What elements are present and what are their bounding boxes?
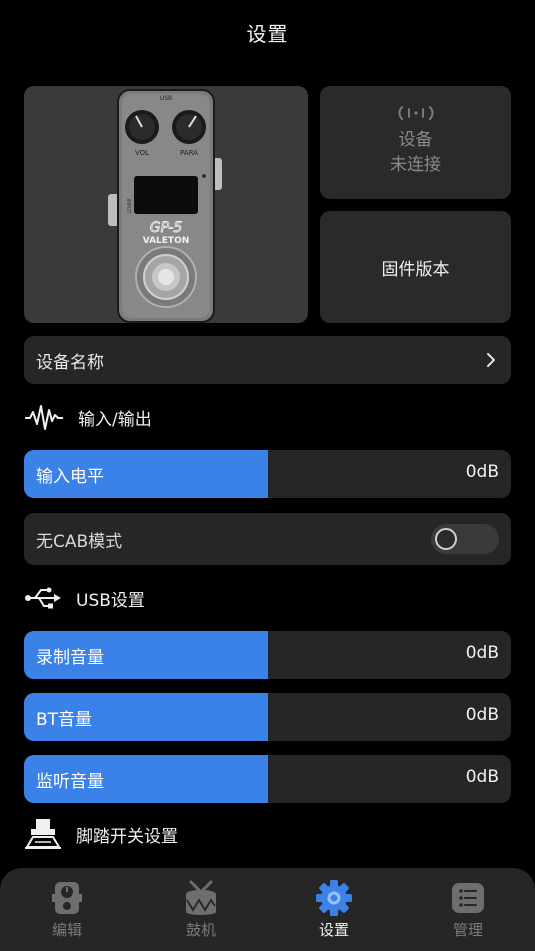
tab-manage-label: 管理	[452, 921, 483, 939]
record-volume-label: 录制音量	[36, 648, 104, 668]
pedal-model-label: GP-5	[150, 220, 183, 236]
footswitch-icon	[25, 819, 61, 849]
tab-settings[interactable]: 设置	[294, 880, 374, 940]
device-status-line2: 未连接	[390, 154, 441, 175]
usb-section-header: USB设置	[24, 581, 145, 615]
bt-volume-slider[interactable]: BT音量 0dB	[24, 693, 511, 741]
device-status-line1: 设备	[398, 129, 433, 150]
tab-drum-machine[interactable]: 鼓机	[161, 880, 241, 940]
firmware-version-button[interactable]: 固件版本	[320, 211, 511, 323]
tab-manage[interactable]: 管理	[428, 880, 508, 940]
monitor-volume-label: 监听音量	[36, 772, 104, 792]
pedal-image-card: USB VOL PARA INPUT GP-5 VALETON	[24, 86, 308, 323]
toggle-knob	[435, 528, 457, 550]
tab-drum-label: 鼓机	[185, 921, 216, 939]
input-level-slider[interactable]: 输入电平 0dB	[24, 450, 511, 498]
tab-edit-label: 编辑	[51, 921, 82, 939]
io-section-title: 输入/输出	[78, 409, 152, 430]
input-level-value: 0dB	[465, 462, 499, 482]
bt-volume-value: 0dB	[465, 705, 499, 725]
footswitch-section-title: 脚踏开关设置	[76, 826, 178, 847]
bluetooth-signal-icon	[398, 105, 433, 120]
pedal-side-label: INPUT	[125, 199, 131, 215]
record-volume-slider[interactable]: 录制音量 0dB	[24, 631, 511, 679]
input-level-label: 输入电平	[36, 467, 104, 487]
tab-edit[interactable]: 编辑	[27, 880, 107, 940]
device-name-label: 设备名称	[36, 353, 104, 373]
footswitch-section-header: 脚踏开关设置	[24, 817, 178, 851]
pedal-usb-label: USB	[160, 95, 172, 102]
pedal-icon	[52, 882, 82, 914]
bt-volume-label: BT音量	[36, 710, 93, 730]
gear-icon	[316, 880, 352, 916]
monitor-volume-value: 0dB	[465, 767, 499, 787]
pedal-para-label: PARA	[180, 149, 198, 157]
record-volume-value: 0dB	[465, 643, 499, 663]
usb-icon	[25, 587, 61, 609]
no-cab-mode-label: 无CAB模式	[36, 532, 123, 552]
device-name-row[interactable]: 设备名称	[24, 336, 511, 384]
pedal-vol-label: VOL	[135, 149, 149, 157]
monitor-volume-slider[interactable]: 监听音量 0dB	[24, 755, 511, 803]
page-title: 设置	[246, 22, 289, 46]
list-icon	[452, 883, 484, 913]
usb-section-title: USB设置	[76, 590, 145, 611]
no-cab-mode-row: 无CAB模式	[24, 513, 511, 565]
no-cab-toggle[interactable]	[431, 524, 499, 554]
pedal-brand-label: VALETON	[143, 236, 190, 246]
pedal-image: USB VOL PARA INPUT GP-5 VALETON	[108, 89, 222, 323]
drum-icon	[186, 880, 216, 915]
device-connection-card[interactable]: 设备 未连接	[320, 86, 511, 199]
tab-settings-label: 设置	[318, 921, 349, 939]
settings-screen: 设置 USB VOL PARA INPUT GP-5 VALETON 设备 未连…	[0, 0, 535, 951]
waveform-icon	[25, 405, 63, 430]
chevron-right-icon	[487, 353, 495, 367]
io-section-header: 输入/输出	[24, 400, 152, 434]
bottom-tab-bar: 编辑 鼓机 设置 管理	[0, 868, 535, 951]
